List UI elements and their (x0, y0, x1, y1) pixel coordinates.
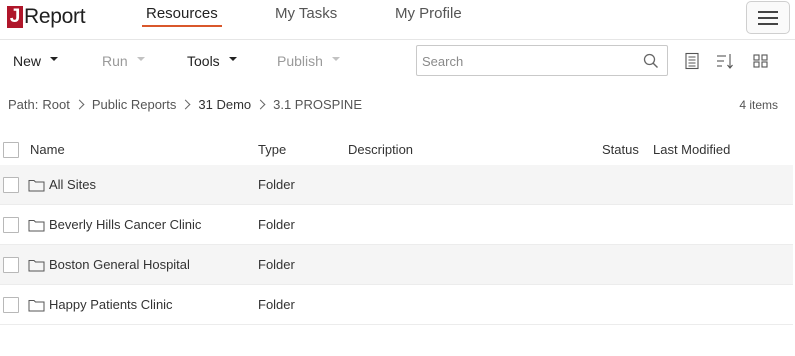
row-type: Folder (258, 297, 295, 312)
breadcrumb-item-current: 3.1 PROSPINE (273, 97, 362, 112)
publish-label: Publish (277, 53, 323, 69)
row-checkbox[interactable] (3, 177, 19, 193)
row-name[interactable]: Boston General Hospital (49, 257, 190, 272)
sort-icon[interactable] (716, 52, 734, 70)
tools-button[interactable]: Tools (187, 53, 237, 69)
column-header-description[interactable]: Description (348, 142, 413, 157)
folder-icon (28, 220, 45, 232)
row-checkbox[interactable] (3, 217, 19, 233)
column-header-last-modified[interactable]: Last Modified (653, 142, 730, 157)
folder-icon (28, 300, 45, 312)
tab-my-profile[interactable]: My Profile (395, 5, 462, 22)
publish-button[interactable]: Publish (277, 53, 340, 69)
hamburger-menu-button[interactable] (746, 1, 790, 34)
search-input[interactable] (422, 52, 632, 70)
item-count: 4 items (739, 98, 778, 112)
column-header-status[interactable]: Status (602, 142, 639, 157)
column-header-type[interactable]: Type (258, 142, 286, 157)
breadcrumb-prefix: Path: (8, 97, 39, 112)
run-label: Run (102, 53, 128, 69)
folder-icon (28, 260, 45, 272)
new-label: New (13, 53, 42, 69)
row-checkbox[interactable] (3, 297, 19, 313)
chevron-right-icon (180, 99, 191, 110)
top-navigation-bar: J Report Resources My Tasks My Profile (0, 0, 795, 40)
row-type: Folder (258, 257, 295, 272)
breadcrumb: Path: Root Public Reports 31 Demo 3.1 PR… (8, 97, 362, 112)
table-row[interactable]: All Sites Folder (0, 165, 793, 205)
chevron-right-icon (74, 99, 85, 110)
row-name[interactable]: Happy Patients Clinic (49, 297, 173, 312)
row-type: Folder (258, 177, 295, 192)
table-row[interactable]: Boston General Hospital Folder (0, 245, 793, 285)
breadcrumb-item-31-demo[interactable]: 31 Demo (198, 97, 251, 112)
caret-down-icon (136, 57, 145, 61)
breadcrumb-item-root[interactable]: Root (42, 97, 69, 112)
new-button[interactable]: New (13, 53, 59, 69)
column-header-name[interactable]: Name (30, 142, 65, 157)
tools-label: Tools (187, 53, 220, 69)
caret-down-icon (50, 57, 59, 61)
hamburger-menu-icon (758, 10, 778, 13)
table-row[interactable]: Happy Patients Clinic Folder (0, 285, 793, 325)
chevron-right-icon (255, 99, 266, 110)
folder-icon (28, 180, 45, 192)
row-name[interactable]: Beverly Hills Cancer Clinic (49, 217, 201, 232)
search-box (416, 45, 668, 76)
row-name[interactable]: All Sites (49, 177, 96, 192)
logo-text: Report (24, 4, 86, 28)
breadcrumb-item-public-reports[interactable]: Public Reports (92, 97, 177, 112)
caret-down-icon (228, 57, 237, 61)
select-all-checkbox[interactable] (3, 142, 19, 158)
tab-my-tasks[interactable]: My Tasks (275, 5, 337, 22)
grid-view-icon[interactable] (752, 52, 770, 70)
caret-down-icon (331, 57, 340, 61)
row-checkbox[interactable] (3, 257, 19, 273)
jreport-logo[interactable]: J Report (7, 4, 86, 28)
logo-letter: J (7, 5, 23, 28)
run-button[interactable]: Run (102, 53, 145, 69)
table-header: Name Type Description Status Last Modifi… (0, 134, 793, 165)
search-icon[interactable] (643, 53, 659, 69)
resource-table: Name Type Description Status Last Modifi… (0, 134, 793, 325)
tab-resources[interactable]: Resources (142, 5, 222, 27)
table-row[interactable]: Beverly Hills Cancer Clinic Folder (0, 205, 793, 245)
row-type: Folder (258, 217, 295, 232)
list-view-icon[interactable] (683, 52, 701, 70)
